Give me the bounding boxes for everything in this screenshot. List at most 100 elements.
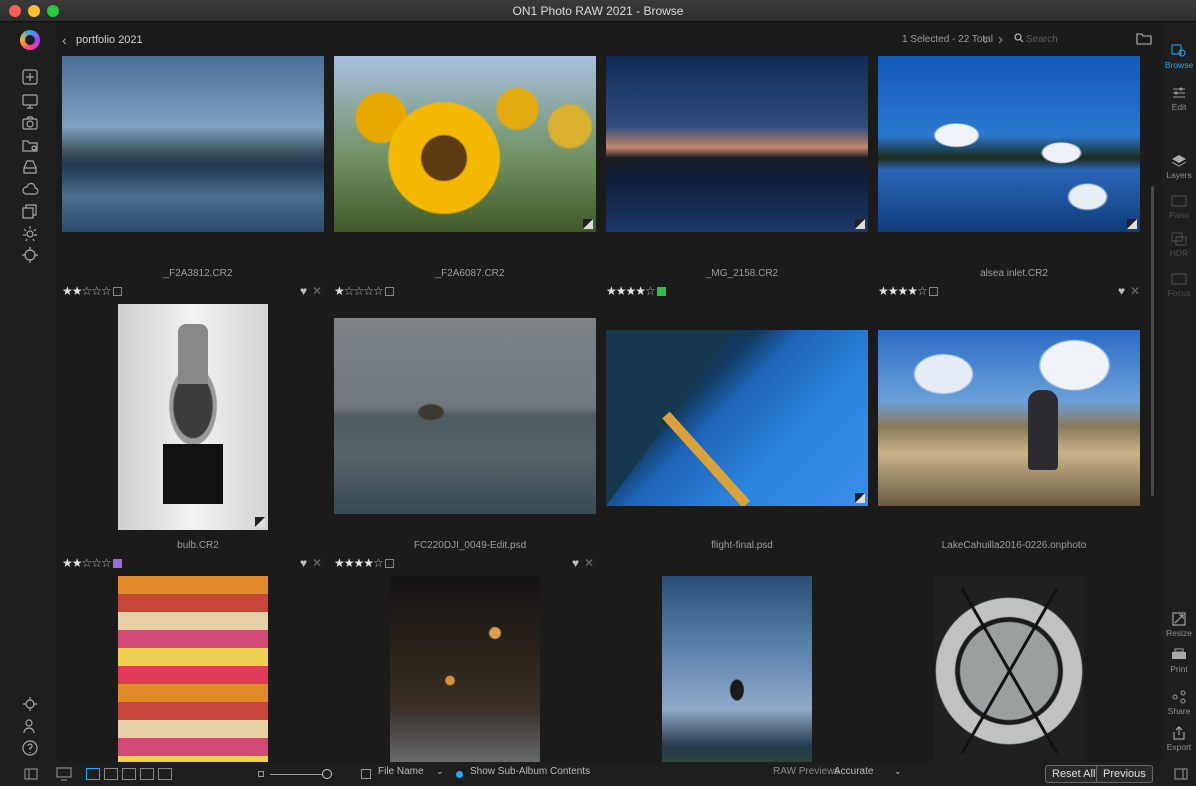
module-focus[interactable]: Focus — [1162, 272, 1196, 298]
sub-album-toggle-dot[interactable] — [456, 771, 463, 778]
module-export[interactable]: Export — [1162, 726, 1196, 752]
grid-item[interactable] — [334, 576, 606, 762]
presets-icon[interactable] — [18, 245, 42, 265]
search-box[interactable] — [1014, 32, 1104, 47]
reset-all-button[interactable]: Reset All — [1045, 765, 1103, 783]
camera-import-icon[interactable] — [18, 113, 42, 133]
thumbnail-lake-cahuilla[interactable] — [878, 330, 1140, 506]
next-arrow-icon[interactable]: › — [998, 31, 1003, 48]
reject-x-icon[interactable]: ✕ — [312, 284, 322, 298]
thumbnail-size-slider[interactable] — [270, 774, 324, 775]
map-view-icon[interactable] — [158, 768, 172, 780]
account-icon[interactable] — [18, 716, 42, 736]
thumbnail-alsea-inlet[interactable] — [878, 56, 1140, 232]
small-thumbnail-icon — [258, 771, 264, 777]
grid-item[interactable]: _MG_2158.CR2 ★★★★☆ — [606, 56, 878, 302]
filmstrip-view-icon[interactable] — [122, 768, 136, 780]
module-layers[interactable]: Layers — [1162, 154, 1196, 180]
module-sidebar: Browse Edit Layers Pano HDR Focus Resize… — [1162, 22, 1196, 786]
module-hdr[interactable]: HDR — [1162, 232, 1196, 258]
toggle-left-panel-icon[interactable] — [24, 768, 38, 780]
tethered-shooting-icon[interactable] — [18, 223, 42, 243]
show-sub-album-label[interactable]: Show Sub-Album Contents — [470, 766, 590, 777]
sort-by-label[interactable]: File Name — [378, 766, 424, 777]
thumbnail-bulb[interactable] — [118, 304, 268, 530]
previous-button[interactable]: Previous — [1096, 765, 1153, 783]
module-pano[interactable]: Pano — [1162, 194, 1196, 220]
grid-item[interactable]: flight-final.psd ♥ ✕ — [572, 304, 878, 570]
cloud-sync-icon[interactable] — [18, 179, 42, 199]
grid-item[interactable]: _F2A3812.CR2 ★★☆☆☆ — [62, 56, 334, 302]
star-rating[interactable]: ★★☆☆☆ — [62, 556, 122, 570]
module-resize[interactable]: Resize — [1162, 612, 1196, 638]
settings-gear-icon[interactable] — [18, 694, 42, 714]
star-rating[interactable]: ★★★★☆ — [606, 284, 666, 298]
grid-item[interactable]: alsea inlet.CR2 ★★★★☆ ♥ ✕ — [878, 56, 1150, 302]
heart-like-icon[interactable]: ♥ — [300, 556, 307, 570]
thumbnail-flight[interactable] — [606, 330, 868, 506]
help-icon[interactable] — [18, 738, 42, 758]
compare-view-icon[interactable] — [140, 768, 154, 780]
heart-like-icon[interactable]: ♥ — [300, 284, 307, 298]
breadcrumb[interactable]: portfolio 2021 — [76, 34, 143, 46]
filename-checkbox[interactable] — [361, 769, 371, 779]
toggle-right-panel-icon[interactable] — [1174, 768, 1188, 780]
albums-icon[interactable] — [18, 135, 42, 155]
recent-icon[interactable] — [18, 201, 42, 221]
heart-like-icon[interactable]: ♥ — [1118, 284, 1125, 298]
search-icon — [1014, 33, 1024, 43]
thumbnail-sunset-lake[interactable] — [606, 56, 868, 232]
edited-badge-icon — [255, 517, 265, 527]
star-rating[interactable]: ★★★★☆ — [334, 556, 394, 570]
module-print[interactable]: Print — [1162, 648, 1196, 674]
reject-x-icon[interactable]: ✕ — [1130, 284, 1140, 298]
sort-dropdown-chevron-icon[interactable]: ⌄ — [436, 766, 444, 777]
detail-view-icon[interactable] — [104, 768, 118, 780]
module-share[interactable]: Share — [1162, 690, 1196, 716]
local-drives-icon[interactable] — [18, 91, 42, 111]
grid-item[interactable]: LakeCahuilla2016-0226.onphoto — [878, 304, 1150, 570]
grid-item[interactable] — [62, 576, 334, 762]
module-edit[interactable]: Edit — [1162, 86, 1196, 112]
thumbnail-river[interactable] — [62, 56, 324, 232]
thumbnail-street-night[interactable] — [390, 576, 540, 762]
thumbnail-tree[interactable] — [662, 576, 812, 762]
filters-drive-icon[interactable] — [18, 157, 42, 177]
previous-arrow-icon[interactable]: ‹ — [982, 31, 987, 48]
module-edit-label: Edit — [1171, 102, 1187, 112]
thumbnail-size-slider-thumb[interactable] — [322, 769, 332, 779]
edited-badge-icon — [1127, 219, 1137, 229]
thumbnail-sea-arch[interactable] — [334, 318, 596, 514]
thumbnail-sunflowers[interactable] — [334, 56, 596, 232]
star-rating[interactable]: ★★☆☆☆ — [62, 284, 122, 298]
grid-item[interactable]: FC220DJI_0049-Edit.psd ★★★★☆ ♥ ✕ — [300, 304, 606, 570]
grid-view-icon[interactable] — [86, 768, 100, 780]
app-logo-icon[interactable] — [20, 30, 40, 50]
thumbnail-clock[interactable] — [934, 576, 1084, 762]
browse-icon — [1171, 44, 1186, 57]
raw-previews-chevron-icon[interactable]: ⌄ — [894, 766, 902, 777]
filename-label: LakeCahuilla2016-0226.onphoto — [941, 540, 1087, 551]
grid-item[interactable]: _F2A6087.CR2 ★☆☆☆☆ ♥ ✕ — [300, 56, 606, 302]
grid-scrollbar[interactable] — [1151, 186, 1154, 496]
raw-previews-select[interactable]: Accurate — [834, 766, 873, 777]
back-chevron-icon[interactable]: ‹ — [62, 32, 67, 48]
browse-toolbar: ‹ portfolio 2021 1 Selected - 22 Total ‹… — [56, 22, 1162, 56]
filename-label: FC220DJI_0049-Edit.psd — [413, 540, 527, 551]
heart-like-icon[interactable]: ♥ — [572, 556, 579, 570]
second-display-icon[interactable] — [56, 767, 72, 781]
module-print-label: Print — [1170, 664, 1188, 674]
filename-label: _MG_2158.CR2 — [705, 268, 779, 279]
reject-x-icon[interactable]: ✕ — [312, 556, 322, 570]
search-input[interactable] — [1026, 32, 1104, 46]
folder-icon[interactable] — [1136, 32, 1152, 45]
grid-item[interactable]: bulb.CR2 ★★☆☆☆ — [62, 304, 334, 570]
module-browse[interactable]: Browse — [1162, 44, 1196, 70]
grid-item[interactable] — [878, 576, 1150, 762]
star-rating[interactable]: ★☆☆☆☆ — [334, 284, 394, 298]
star-rating[interactable]: ★★★★☆ — [878, 284, 938, 298]
add-folder-icon[interactable] — [18, 67, 42, 87]
reject-x-icon[interactable]: ✕ — [584, 556, 594, 570]
thumbnail-macarons[interactable] — [118, 576, 268, 762]
grid-item[interactable] — [606, 576, 878, 762]
